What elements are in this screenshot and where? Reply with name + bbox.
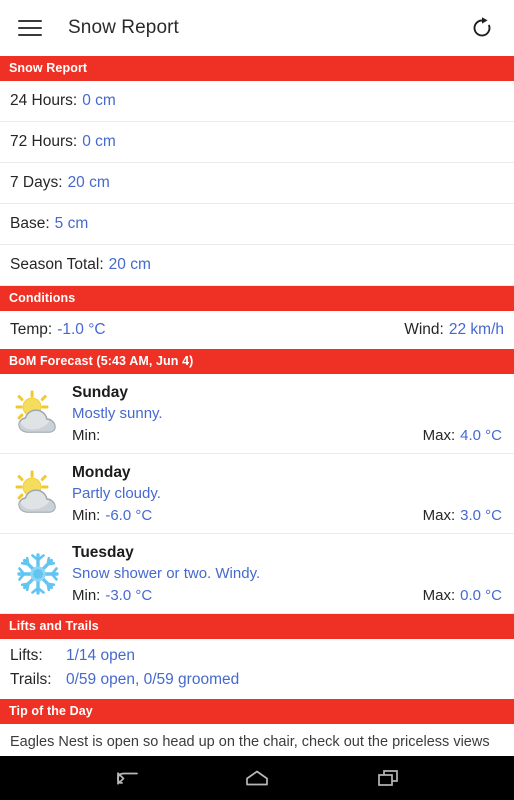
forecast-temperatures: Min: -3.0 °C Max: 0.0 °C (72, 585, 504, 607)
lifts-label: Lifts: (10, 647, 43, 664)
hamburger-menu-icon[interactable] (18, 18, 44, 38)
lifts-line: Lifts: 1/14 open (10, 644, 504, 668)
wind-cell: Wind: 22 km/h (404, 321, 504, 339)
section-header-lifts-and-trails: Lifts and Trails (0, 614, 514, 639)
snow-row-label: 24 Hours: (10, 92, 78, 109)
forecast-max-label: Max: (422, 427, 456, 444)
forecast-max-label: Max: (422, 507, 456, 524)
forecast-min-label: Min: (72, 507, 101, 524)
snow-row-label: Season Total: (10, 256, 104, 273)
forecast-body: Sunday Mostly sunny. Min: Max: 4.0 °C (72, 380, 504, 447)
forecast-max-value: 0.0 °C (460, 587, 502, 604)
recent-apps-icon[interactable] (367, 763, 409, 793)
trails-line: Trails: 0/59 open, 0/59 groomed (10, 668, 504, 692)
section-header-tip-of-the-day: Tip of the Day (0, 699, 514, 724)
forecast-max-label: Max: (422, 587, 456, 604)
forecast-temperatures: Min: -6.0 °C Max: 3.0 °C (72, 505, 504, 527)
forecast-max: Max: 4.0 °C (423, 425, 502, 447)
forecast-description: Snow shower or two. Windy. (72, 565, 261, 582)
trails-value: 0/59 open, 0/59 groomed (66, 671, 240, 688)
forecast-min-value: -6.0 °C (105, 507, 153, 524)
forecast-min-label: Min: (72, 427, 101, 444)
snow-row-value: 0 cm (82, 133, 116, 150)
forecast-max-value: 4.0 °C (460, 427, 502, 444)
lifts-value: 1/14 open (66, 647, 135, 664)
page-title: Snow Report (68, 17, 179, 38)
snow-row-7-days: 7 Days: 20 cm (0, 163, 514, 204)
forecast-description: Mostly sunny. (72, 405, 163, 422)
forecast-day-name: Sunday (72, 384, 128, 401)
wind-value: 22 km/h (448, 321, 504, 338)
forecast-temperatures: Min: Max: 4.0 °C (72, 425, 504, 447)
back-arrow-icon[interactable] (105, 763, 147, 793)
home-icon[interactable] (236, 763, 278, 793)
hamburger-line (18, 27, 42, 29)
hamburger-line (18, 20, 42, 22)
forecast-day-name: Tuesday (72, 544, 134, 561)
snow-row-label: Base: (10, 215, 50, 232)
forecast-min: Min: -3.0 °C (72, 585, 152, 607)
snow-row-value: 0 cm (82, 92, 116, 109)
temperature-value: -1.0 °C (57, 321, 106, 338)
forecast-description: Partly cloudy. (72, 485, 161, 502)
temperature-label: Temp: (10, 321, 53, 338)
tip-of-the-day-text: Eagles Nest is open so head up on the ch… (10, 734, 490, 750)
section-header-snow-report: Snow Report (0, 56, 514, 81)
forecast-min: Min: -6.0 °C (72, 505, 152, 527)
scroll-content[interactable]: Snow Report 24 Hours: 0 cm 72 Hours: 0 c… (0, 56, 514, 756)
snow-row-24-hours: 24 Hours: 0 cm (0, 81, 514, 122)
lifts-and-trails-block: Lifts: 1/14 open Trails: 0/59 open, 0/59… (0, 639, 514, 699)
snow-row-season-total: Season Total: 20 cm (0, 245, 514, 286)
forecast-row-tuesday: Tuesday Snow shower or two. Windy. Min: -… (0, 534, 514, 614)
trails-label: Trails: (10, 671, 52, 688)
snow-report-app: Snow Report Snow Report 24 Hours: 0 cm 7… (0, 0, 514, 800)
sun-behind-cloud-icon (4, 380, 72, 447)
android-nav-bar (0, 756, 514, 800)
forecast-max-value: 3.0 °C (460, 507, 502, 524)
temperature-cell: Temp: -1.0 °C (10, 321, 106, 339)
snow-row-value: 20 cm (67, 174, 110, 191)
section-header-conditions: Conditions (0, 286, 514, 311)
snow-row-value: 5 cm (54, 215, 89, 232)
forecast-max: Max: 0.0 °C (423, 585, 502, 607)
forecast-row-monday: Monday Partly cloudy. Min: -6.0 °C Max: 3.… (0, 454, 514, 534)
conditions-row: Temp: -1.0 °C Wind: 22 km/h (0, 311, 514, 349)
app-bar: Snow Report (0, 0, 514, 56)
forecast-row-sunday: Sunday Mostly sunny. Min: Max: 4.0 °C (0, 374, 514, 454)
forecast-day-name: Monday (72, 464, 131, 481)
forecast-body: Tuesday Snow shower or two. Windy. Min: -… (72, 540, 504, 607)
forecast-body: Monday Partly cloudy. Min: -6.0 °C Max: 3.… (72, 460, 504, 527)
sun-behind-cloud-icon (4, 460, 72, 527)
snow-row-72-hours: 72 Hours: 0 cm (0, 122, 514, 163)
hamburger-line (18, 34, 42, 36)
wind-label: Wind: (404, 321, 444, 338)
snow-row-label: 72 Hours: (10, 133, 78, 150)
section-header-bom-forecast: BoM Forecast (5:43 AM, Jun 4) (0, 349, 514, 374)
forecast-min-value: -3.0 °C (105, 587, 153, 604)
forecast-min-label: Min: (72, 587, 101, 604)
snow-row-label: 7 Days: (10, 174, 63, 191)
snowflake-icon (4, 540, 72, 607)
refresh-icon[interactable] (464, 10, 500, 46)
forecast-max: Max: 3.0 °C (423, 505, 502, 527)
snow-row-base: Base: 5 cm (0, 204, 514, 245)
forecast-min: Min: (72, 425, 105, 447)
snow-row-value: 20 cm (108, 256, 151, 273)
